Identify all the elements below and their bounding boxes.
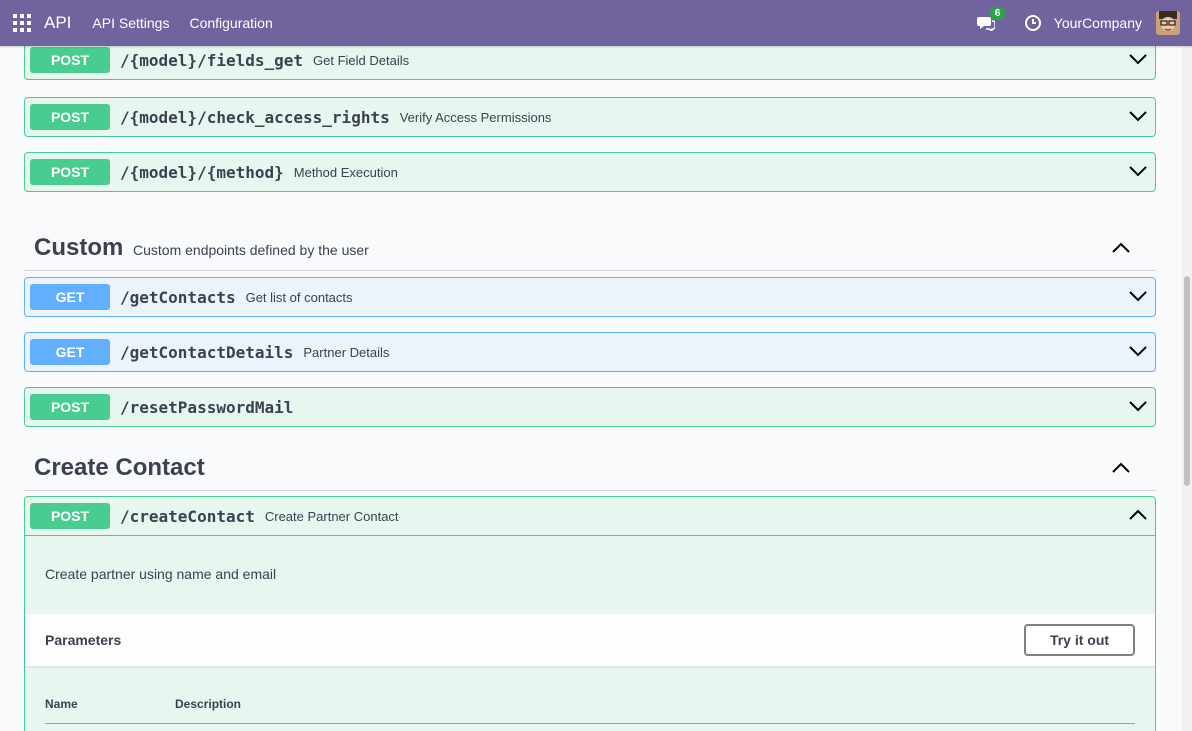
column-header-name: Name (45, 697, 78, 711)
chevron-down-icon[interactable] (1129, 53, 1147, 65)
method-badge: POST (30, 503, 110, 529)
chevron-up-icon[interactable] (1112, 462, 1130, 474)
operation-path: /{model}/{method} (120, 162, 284, 182)
try-it-out-button[interactable]: Try it out (1024, 624, 1135, 656)
user-avatar[interactable] (1156, 11, 1180, 35)
chevron-down-icon[interactable] (1129, 110, 1147, 122)
method-badge: POST (30, 47, 110, 73)
operation-summary: Create Partner Contact (264, 508, 399, 524)
operation-path: /getContacts (120, 287, 236, 307)
menu-configuration[interactable]: Configuration (189, 15, 272, 31)
operation-summary: Verify Access Permissions (399, 109, 552, 125)
chevron-up-icon[interactable] (1112, 242, 1130, 254)
operation-summary: Get Field Details (313, 52, 410, 68)
operation-get-contact-details[interactable]: GET /getContactDetails Partner Details (24, 332, 1156, 372)
page-scrollbar[interactable] (1182, 46, 1192, 731)
operation-path: /createContact (120, 506, 255, 526)
chevron-down-icon[interactable] (1129, 400, 1147, 412)
method-badge: GET (30, 339, 110, 365)
operation-get-contacts[interactable]: GET /getContacts Get list of contacts (24, 277, 1156, 317)
method-badge: POST (30, 159, 110, 185)
company-switcher[interactable]: YourCompany (1054, 15, 1142, 31)
parameters-header: Parameters Try it out (25, 614, 1155, 666)
chevron-down-icon[interactable] (1129, 345, 1147, 357)
operation-check-access-rights[interactable]: POST /{model}/check_access_rights Verify… (24, 97, 1156, 137)
operation-create-contact[interactable]: POST /createContact Create Partner Conta… (24, 496, 1156, 731)
chevron-up-icon[interactable] (1129, 509, 1147, 521)
operation-path: /resetPasswordMail (120, 397, 294, 417)
scrollbar-thumb[interactable] (1184, 276, 1190, 486)
operation-summary: Get list of contacts (245, 289, 353, 305)
parameters-table: Name Description (25, 666, 1155, 731)
chevron-down-icon[interactable] (1129, 165, 1147, 177)
app-menu-icon[interactable] (13, 14, 31, 32)
section-title: Custom (34, 234, 124, 261)
section-custom[interactable]: Custom Custom endpoints defined by the u… (24, 224, 1156, 271)
api-docs-content: POST /{model}/fields_get Get Field Detai… (0, 46, 1182, 731)
messages-button[interactable]: 6 (976, 7, 1006, 33)
operation-reset-password-mail[interactable]: POST /resetPasswordMail (24, 387, 1156, 427)
parameters-label: Parameters (45, 632, 122, 648)
section-description: Custom endpoints defined by the user (133, 242, 369, 258)
app-title[interactable]: API (44, 13, 71, 33)
method-badge: GET (30, 284, 110, 310)
operation-summary: Partner Details (303, 344, 390, 360)
column-header-description: Description (175, 697, 242, 711)
clock-icon[interactable] (1024, 14, 1042, 32)
operation-fields-get[interactable]: POST /{model}/fields_get Get Field Detai… (24, 46, 1156, 80)
section-create-contact[interactable]: Create Contact (24, 444, 1156, 491)
menu-api-settings[interactable]: API Settings (92, 15, 169, 31)
operation-description: Create partner using name and email (45, 566, 277, 582)
method-badge: POST (30, 104, 110, 130)
method-badge: POST (30, 394, 110, 420)
operation-path: /{model}/check_access_rights (120, 107, 390, 127)
section-title: Create Contact (34, 454, 205, 481)
operation-body: Create partner using name and email Para… (25, 535, 1155, 731)
messages-count-badge: 6 (989, 7, 1006, 20)
operation-path: /{model}/fields_get (120, 50, 304, 70)
chevron-down-icon[interactable] (1129, 290, 1147, 302)
top-navbar: API API Settings Configuration 6 YourCom… (0, 0, 1192, 46)
operation-summary: Method Execution (293, 164, 398, 180)
table-header-divider (45, 723, 1135, 724)
operation-path: /getContactDetails (120, 342, 294, 362)
operation-method-execution[interactable]: POST /{model}/{method} Method Execution (24, 152, 1156, 192)
